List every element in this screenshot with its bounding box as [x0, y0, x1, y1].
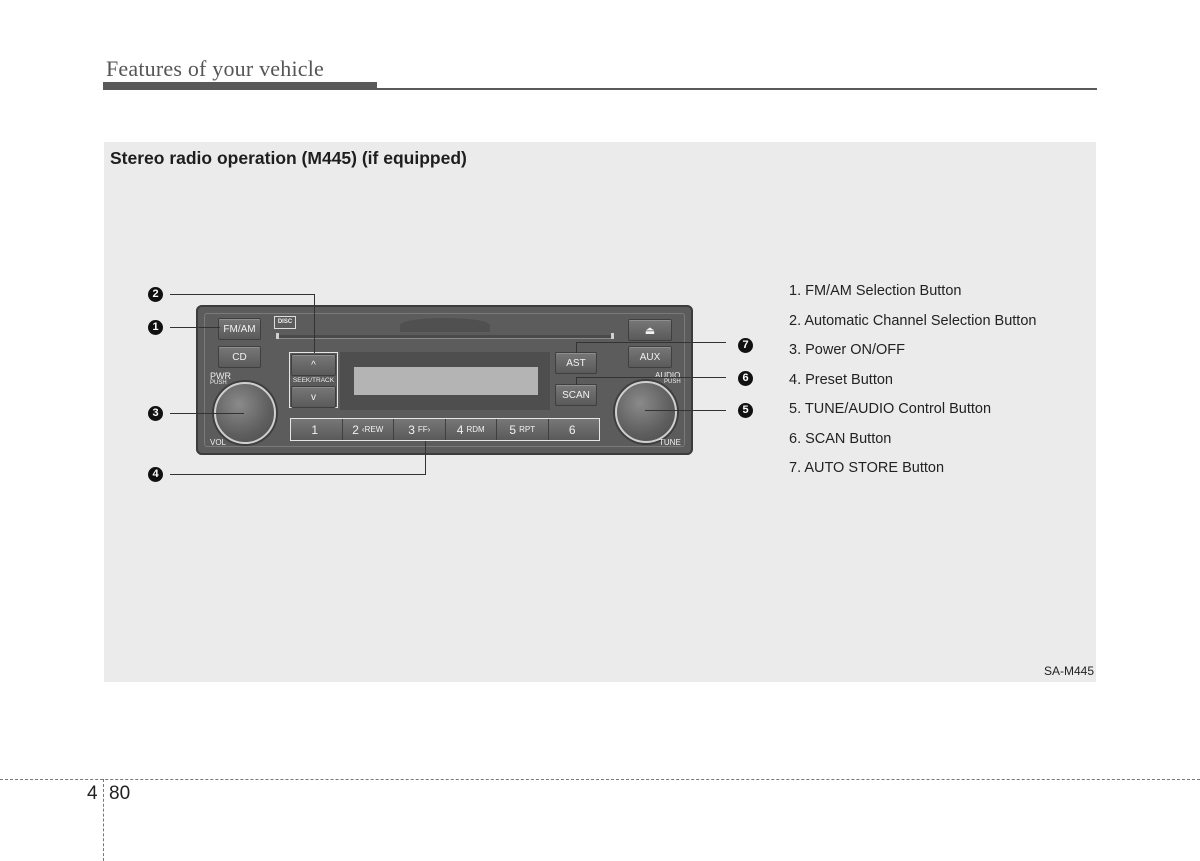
seek-track-rocker: ^ SEEK/TRACK v — [289, 352, 338, 408]
callout-line-7-v — [576, 342, 577, 353]
preset-button-5[interactable]: 5 RPT — [497, 419, 549, 440]
page-number: 80 — [109, 783, 131, 804]
vol-label: VOL — [210, 438, 227, 447]
callout-number-2: 2 — [148, 287, 163, 302]
callout-line-3 — [170, 413, 244, 414]
callout-line-4-v — [425, 441, 426, 475]
scan-button[interactable]: SCAN — [555, 384, 597, 406]
chapter-number: 4 — [87, 783, 98, 804]
fm-am-button[interactable]: FM/AM — [218, 318, 261, 340]
callout-line-2-v — [314, 294, 315, 353]
cd-logo-icon: DISC — [274, 316, 296, 329]
cd-slot-indicator-left — [276, 333, 279, 339]
chevron-down-icon: v — [311, 391, 316, 403]
callout-line-6-v — [576, 377, 577, 385]
footer-dashed-divider — [103, 779, 104, 861]
cd-slot — [276, 335, 614, 339]
header-rule-thin — [377, 88, 1097, 90]
legend-item: 5. TUNE/AUDIO Control Button — [789, 401, 992, 417]
preset-button-4[interactable]: 4 RDM — [445, 419, 497, 440]
audio-push-label: PUSH — [664, 379, 681, 385]
callout-number-5: 5 — [738, 403, 753, 418]
callout-number-3: 3 — [148, 406, 163, 421]
callout-number-4: 4 — [148, 467, 163, 482]
legend-item: 1. FM/AM Selection Button — [789, 283, 962, 299]
running-header: Features of your vehicle — [106, 56, 325, 81]
callout-number-7: 7 — [738, 338, 753, 353]
callout-line-2-h — [170, 294, 315, 295]
aux-button[interactable]: AUX — [628, 346, 672, 368]
section-title: Stereo radio operation (M445) (if equipp… — [110, 148, 467, 168]
callout-line-1 — [170, 327, 220, 328]
callout-line-7-h — [576, 342, 726, 343]
header-rule-thick — [103, 82, 377, 90]
figure-code: SA-M445 — [1043, 664, 1094, 678]
preset-button-3[interactable]: 3 FF› — [394, 419, 446, 440]
callout-line-6-h — [576, 377, 726, 378]
footer-dashed-rule — [0, 779, 1200, 780]
cd-slot-indicator-right — [611, 333, 614, 339]
tune-label: TUNE — [659, 438, 681, 447]
callout-number-6: 6 — [738, 371, 753, 386]
seek-track-label: SEEK/TRACK — [292, 377, 335, 384]
tune-audio-knob[interactable] — [615, 381, 677, 443]
callout-line-5 — [645, 410, 726, 411]
preset-button-2[interactable]: 2 ‹REW — [342, 419, 394, 440]
legend-item: 2. Automatic Channel Selection Button — [789, 312, 1037, 329]
cd-button[interactable]: CD — [218, 346, 261, 368]
legend-item: 6. SCAN Button — [789, 430, 892, 447]
chevron-up-icon: ^ — [311, 359, 316, 371]
legend-item: 7. AUTO STORE Button — [789, 460, 945, 476]
eject-button[interactable]: ⏏ — [628, 319, 672, 341]
ast-button[interactable]: AST — [555, 352, 597, 374]
pwr-push-label: PUSH — [210, 380, 227, 386]
cd-slot-hump — [400, 318, 490, 332]
preset-button-6[interactable]: 6 — [548, 419, 599, 440]
callout-line-4-h — [170, 474, 426, 475]
lcd-display — [354, 367, 538, 395]
preset-button-1[interactable]: 1 — [291, 419, 343, 440]
seek-down-button[interactable]: v — [291, 386, 336, 408]
legend-item: 4. Preset Button — [789, 371, 893, 388]
eject-icon: ⏏ — [644, 324, 656, 337]
preset-buttons: 1 2 ‹REW 3 FF› 4 RDM 5 RPT 6 — [290, 418, 600, 441]
button-legend: 1. FM/AM Selection Button 2. Automatic C… — [789, 283, 1036, 490]
callout-number-1: 1 — [148, 320, 163, 335]
seek-up-button[interactable]: ^ — [291, 354, 336, 376]
legend-item: 3. Power ON/OFF — [789, 342, 906, 358]
